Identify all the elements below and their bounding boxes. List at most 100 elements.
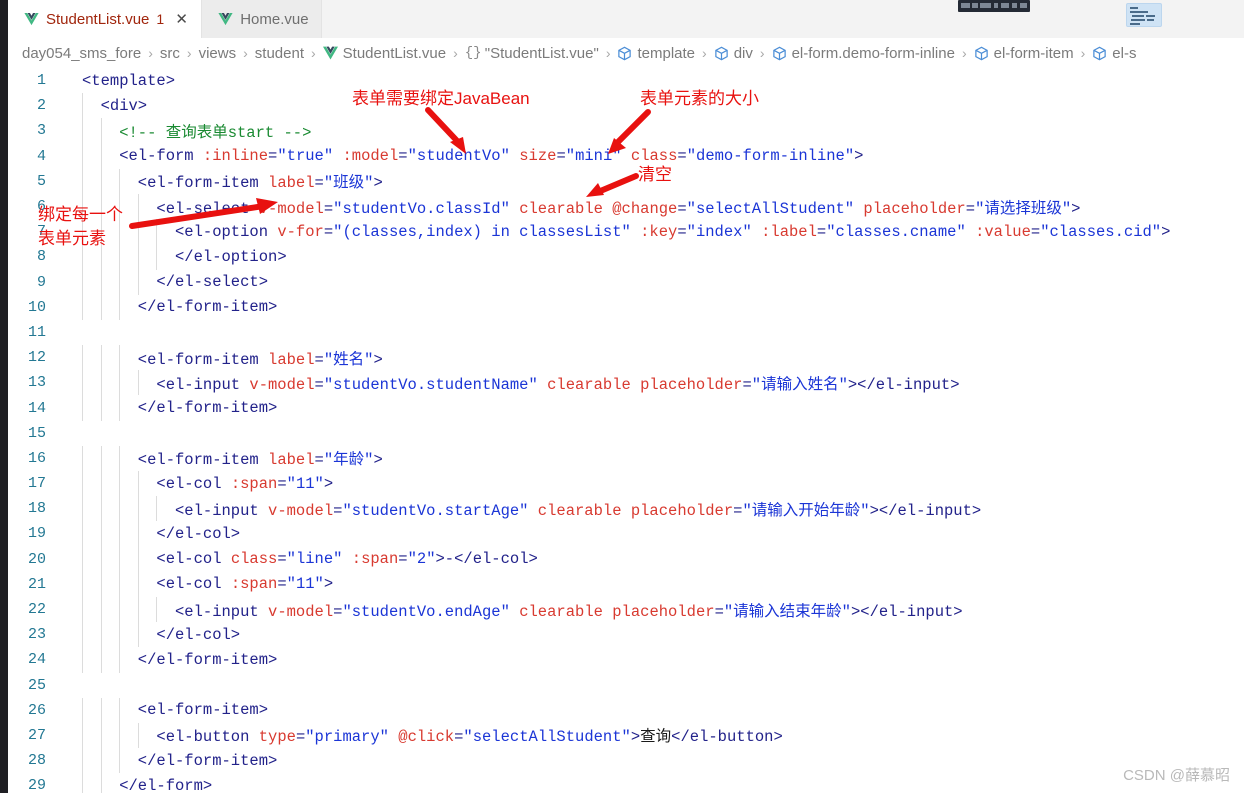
code-token: =	[965, 199, 976, 218]
breadcrumb-separator: ›	[1080, 45, 1086, 61]
code-line[interactable]: 23 </el-col>	[8, 622, 1244, 648]
tab-home-vue[interactable]: Home.vue	[202, 0, 322, 38]
code-token: "classes.cid"	[1040, 222, 1162, 241]
code-token: "true"	[277, 147, 334, 166]
code-token: :span	[230, 575, 278, 594]
code-token: type	[258, 728, 296, 747]
code-line[interactable]: 27 <el-button type="primary" @click="sele…	[8, 722, 1244, 749]
breadcrumb-item-file[interactable]: StudentList.vue	[322, 45, 446, 62]
symbol-cube-icon	[772, 46, 786, 60]
breadcrumb-item-src[interactable]: src	[160, 45, 180, 62]
code-token: "班级"	[323, 174, 374, 193]
code-line[interactable]: 1 <template>	[8, 68, 1244, 93]
code-line[interactable]: 20 <el-col class="line" :span="2">-</el-c…	[8, 546, 1244, 572]
breadcrumb-item-template[interactable]: template	[617, 45, 695, 62]
line-number: 8	[36, 248, 46, 266]
code-line[interactable]: 12 <el-form-item label="姓名">	[8, 345, 1244, 371]
code-token: "classes.cname"	[826, 222, 966, 241]
code-line[interactable]: 11	[8, 320, 1244, 345]
annotation-element-size-text: 表单元素的大小	[640, 89, 759, 108]
code-token: clearable	[519, 199, 603, 218]
code-line[interactable]: 21 <el-col :span="11">	[8, 571, 1244, 597]
tab-error-count: 1	[156, 11, 165, 27]
annotation-bind-javabean-text: 表单需要绑定JavaBean	[352, 89, 530, 108]
code-text: </el-select>	[60, 273, 268, 291]
code-line[interactable]: 9 </el-select>	[8, 269, 1244, 295]
breadcrumb-item-views[interactable]: views	[199, 45, 237, 62]
breadcrumb-item-project[interactable]: day054_sms_fore	[22, 45, 141, 62]
code-token: clearable	[519, 602, 603, 621]
breadcrumb-item-div[interactable]: div	[714, 45, 753, 62]
code-token: >	[323, 474, 334, 493]
code-token: "(classes,index) in classesList"	[333, 222, 631, 241]
line-number: 21	[27, 575, 46, 593]
code-token: :inline	[202, 147, 269, 166]
code-line[interactable]: 16 <el-form-item label="年龄">	[8, 445, 1244, 471]
line-number: 13	[27, 374, 46, 392]
code-token: "selectAllStudent"	[686, 199, 855, 218]
tab-studentlist-vue[interactable]: StudentList.vue 1 ✕	[8, 0, 203, 38]
code-line[interactable]: 10 </el-form-item>	[8, 294, 1244, 320]
code-line[interactable]: 18 <el-input v-model="studentVo.startAge"…	[8, 496, 1244, 522]
breadcrumb-separator: ›	[311, 45, 316, 61]
code-token: <el-form-item	[137, 451, 269, 470]
breadcrumb-item-el-form[interactable]: el-form.demo-form-inline	[772, 45, 955, 62]
code-token: :span	[230, 474, 278, 493]
line-number: 28	[27, 752, 46, 770]
breadcrumb-label: el-s	[1112, 44, 1137, 62]
code-token: <el-col	[156, 550, 231, 569]
code-token: </el-option>	[175, 247, 287, 266]
code-token: label	[268, 350, 315, 369]
code-token: @click	[398, 728, 455, 747]
code-token: >	[323, 575, 334, 594]
code-text: <el-col :span="11">	[60, 475, 333, 493]
code-text: <div>	[60, 97, 148, 115]
code-token: </el-select>	[156, 273, 269, 292]
code-token: =	[323, 199, 334, 218]
line-number: 23	[27, 626, 46, 644]
line-number: 18	[27, 500, 46, 518]
code-line[interactable]: 15	[8, 421, 1244, 446]
code-token: :key	[640, 222, 678, 241]
breadcrumb-item-module[interactable]: {} "StudentList.vue"	[465, 45, 599, 62]
breadcrumb-separator: ›	[961, 45, 967, 61]
line-number: 26	[27, 701, 46, 719]
code-token: </el-form-item>	[137, 298, 278, 317]
code-text: <el-input v-model = "studentVo.endAge" cle…	[60, 599, 963, 621]
code-line[interactable]: 26 <el-form-item>	[8, 697, 1244, 723]
line-number: 12	[27, 349, 46, 367]
code-line[interactable]: 13 <el-input v-model="studentVo.studentNa…	[8, 370, 1244, 396]
breadcrumb-separator: ›	[759, 45, 765, 61]
code-line[interactable]: 14 </el-form-item>	[8, 395, 1244, 421]
code-line[interactable]: 8 </el-option>	[8, 244, 1244, 270]
code-token: "studentVo.classId"	[333, 199, 510, 218]
breadcrumb-item-student[interactable]: student	[255, 45, 304, 62]
annotation-clearable-text: 清空	[638, 165, 672, 184]
editor-tab-bar: StudentList.vue 1 ✕ Home.vue	[8, 0, 1244, 38]
code-token: label	[268, 451, 315, 470]
code-text: <el-button type="primary" @click="select…	[60, 724, 782, 747]
code-line[interactable]: 29 </el-form>	[8, 773, 1244, 793]
code-token: </el-col>	[156, 625, 241, 644]
code-token: @change	[612, 199, 678, 218]
code-line[interactable]: 22 <el-input v-model = "studentVo.endAge" c…	[8, 596, 1244, 623]
code-line[interactable]: 24 </el-form-item>	[8, 647, 1244, 673]
code-line[interactable]: 17 <el-col :span="11">	[8, 471, 1244, 497]
code-token: "请输入结束年龄"	[723, 602, 851, 621]
code-token: >	[373, 350, 383, 369]
breadcrumb-item-el-form-item[interactable]: el-form-item	[974, 45, 1074, 62]
close-icon[interactable]: ✕	[174, 12, 189, 27]
code-text: <!-- 查询表单start -->	[60, 120, 311, 142]
code-text: </el-col>	[60, 525, 240, 543]
code-text: </el-col>	[60, 626, 240, 644]
breadcrumb-separator: ›	[243, 45, 248, 61]
breadcrumb-separator: ›	[148, 45, 153, 61]
code-token: :span	[351, 550, 399, 569]
code-text: <el-col class="line" :span="2">-</el-col…	[60, 550, 537, 569]
code-line[interactable]: 19 </el-col>	[8, 521, 1244, 547]
breadcrumb-item-el-select[interactable]: el-s	[1092, 45, 1136, 62]
code-line[interactable]: 25	[8, 673, 1244, 698]
code-line[interactable]: 28 </el-form-item>	[8, 748, 1244, 774]
